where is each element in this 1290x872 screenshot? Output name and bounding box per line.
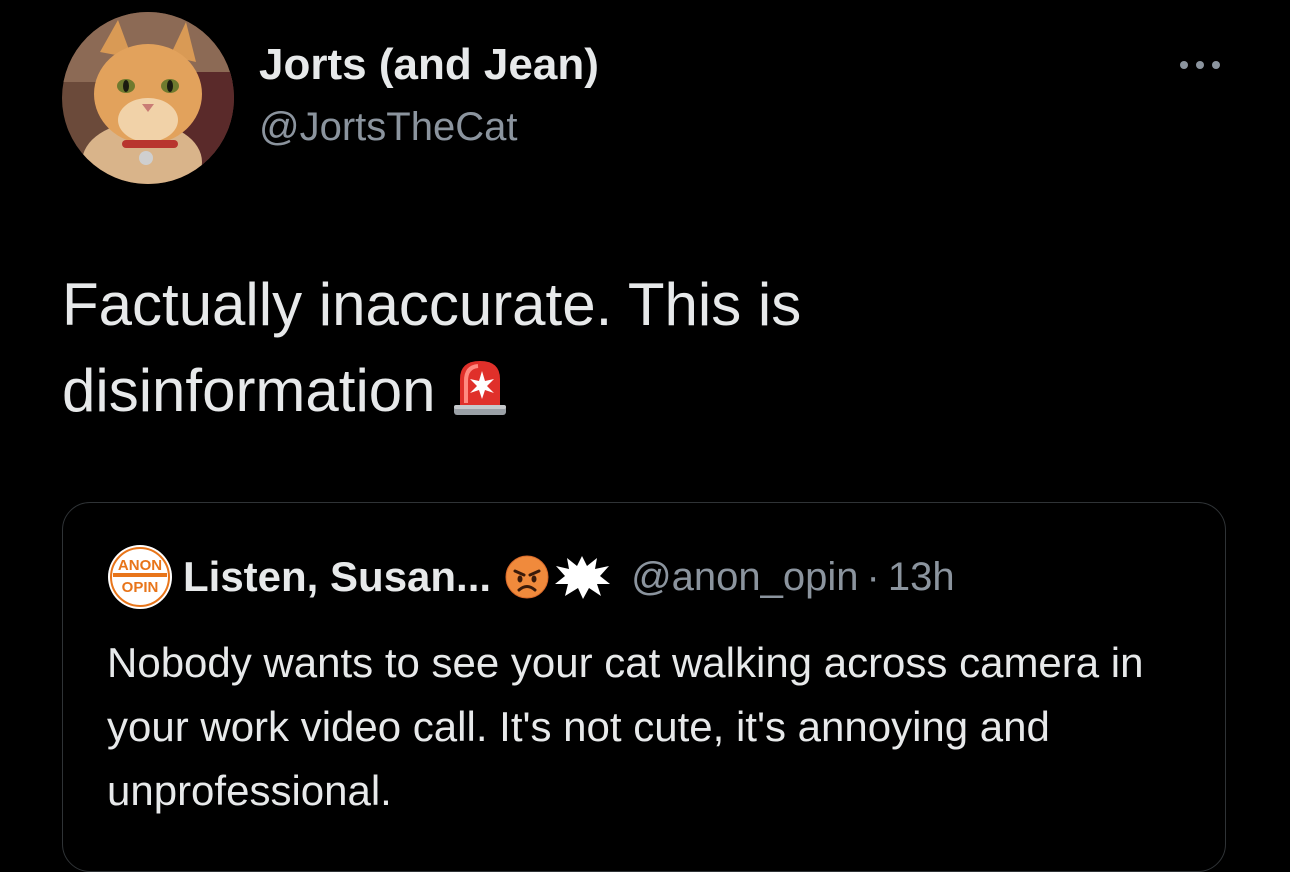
quoted-timestamp[interactable]: 13h	[888, 555, 955, 600]
quoted-display-name[interactable]: Listen, Susan...	[183, 553, 491, 601]
quoted-tweet-text: Nobody wants to see your cat walking acr…	[107, 639, 1144, 814]
tweet-text: Factually inaccurate. This is disinforma…	[62, 262, 1162, 434]
anon-opin-logo[interactable]: ANON OPIN	[107, 544, 173, 610]
separator-dot: ·	[866, 554, 880, 599]
anger-bubble-icon	[553, 554, 611, 600]
author-handle[interactable]: @JortsTheCat	[259, 105, 517, 150]
angry-face-icon	[505, 555, 549, 599]
tweet-body: Factually inaccurate. This is disinforma…	[62, 271, 802, 424]
quoted-tweet-card[interactable]: ANON OPIN Listen, Susan... @anon_opin · …	[62, 502, 1226, 872]
logo-text-bottom: OPIN	[122, 579, 159, 596]
author-avatar[interactable]	[62, 12, 234, 184]
more-options-icon[interactable]	[1174, 52, 1226, 78]
author-display-name[interactable]: Jorts (and Jean)	[259, 40, 599, 90]
quoted-tweet-header: ANON OPIN Listen, Susan... @anon_opin · …	[107, 544, 955, 610]
logo-text-top: ANON	[118, 557, 162, 574]
quoted-handle[interactable]: @anon_opin	[631, 555, 858, 600]
police-siren-icon	[452, 354, 508, 415]
